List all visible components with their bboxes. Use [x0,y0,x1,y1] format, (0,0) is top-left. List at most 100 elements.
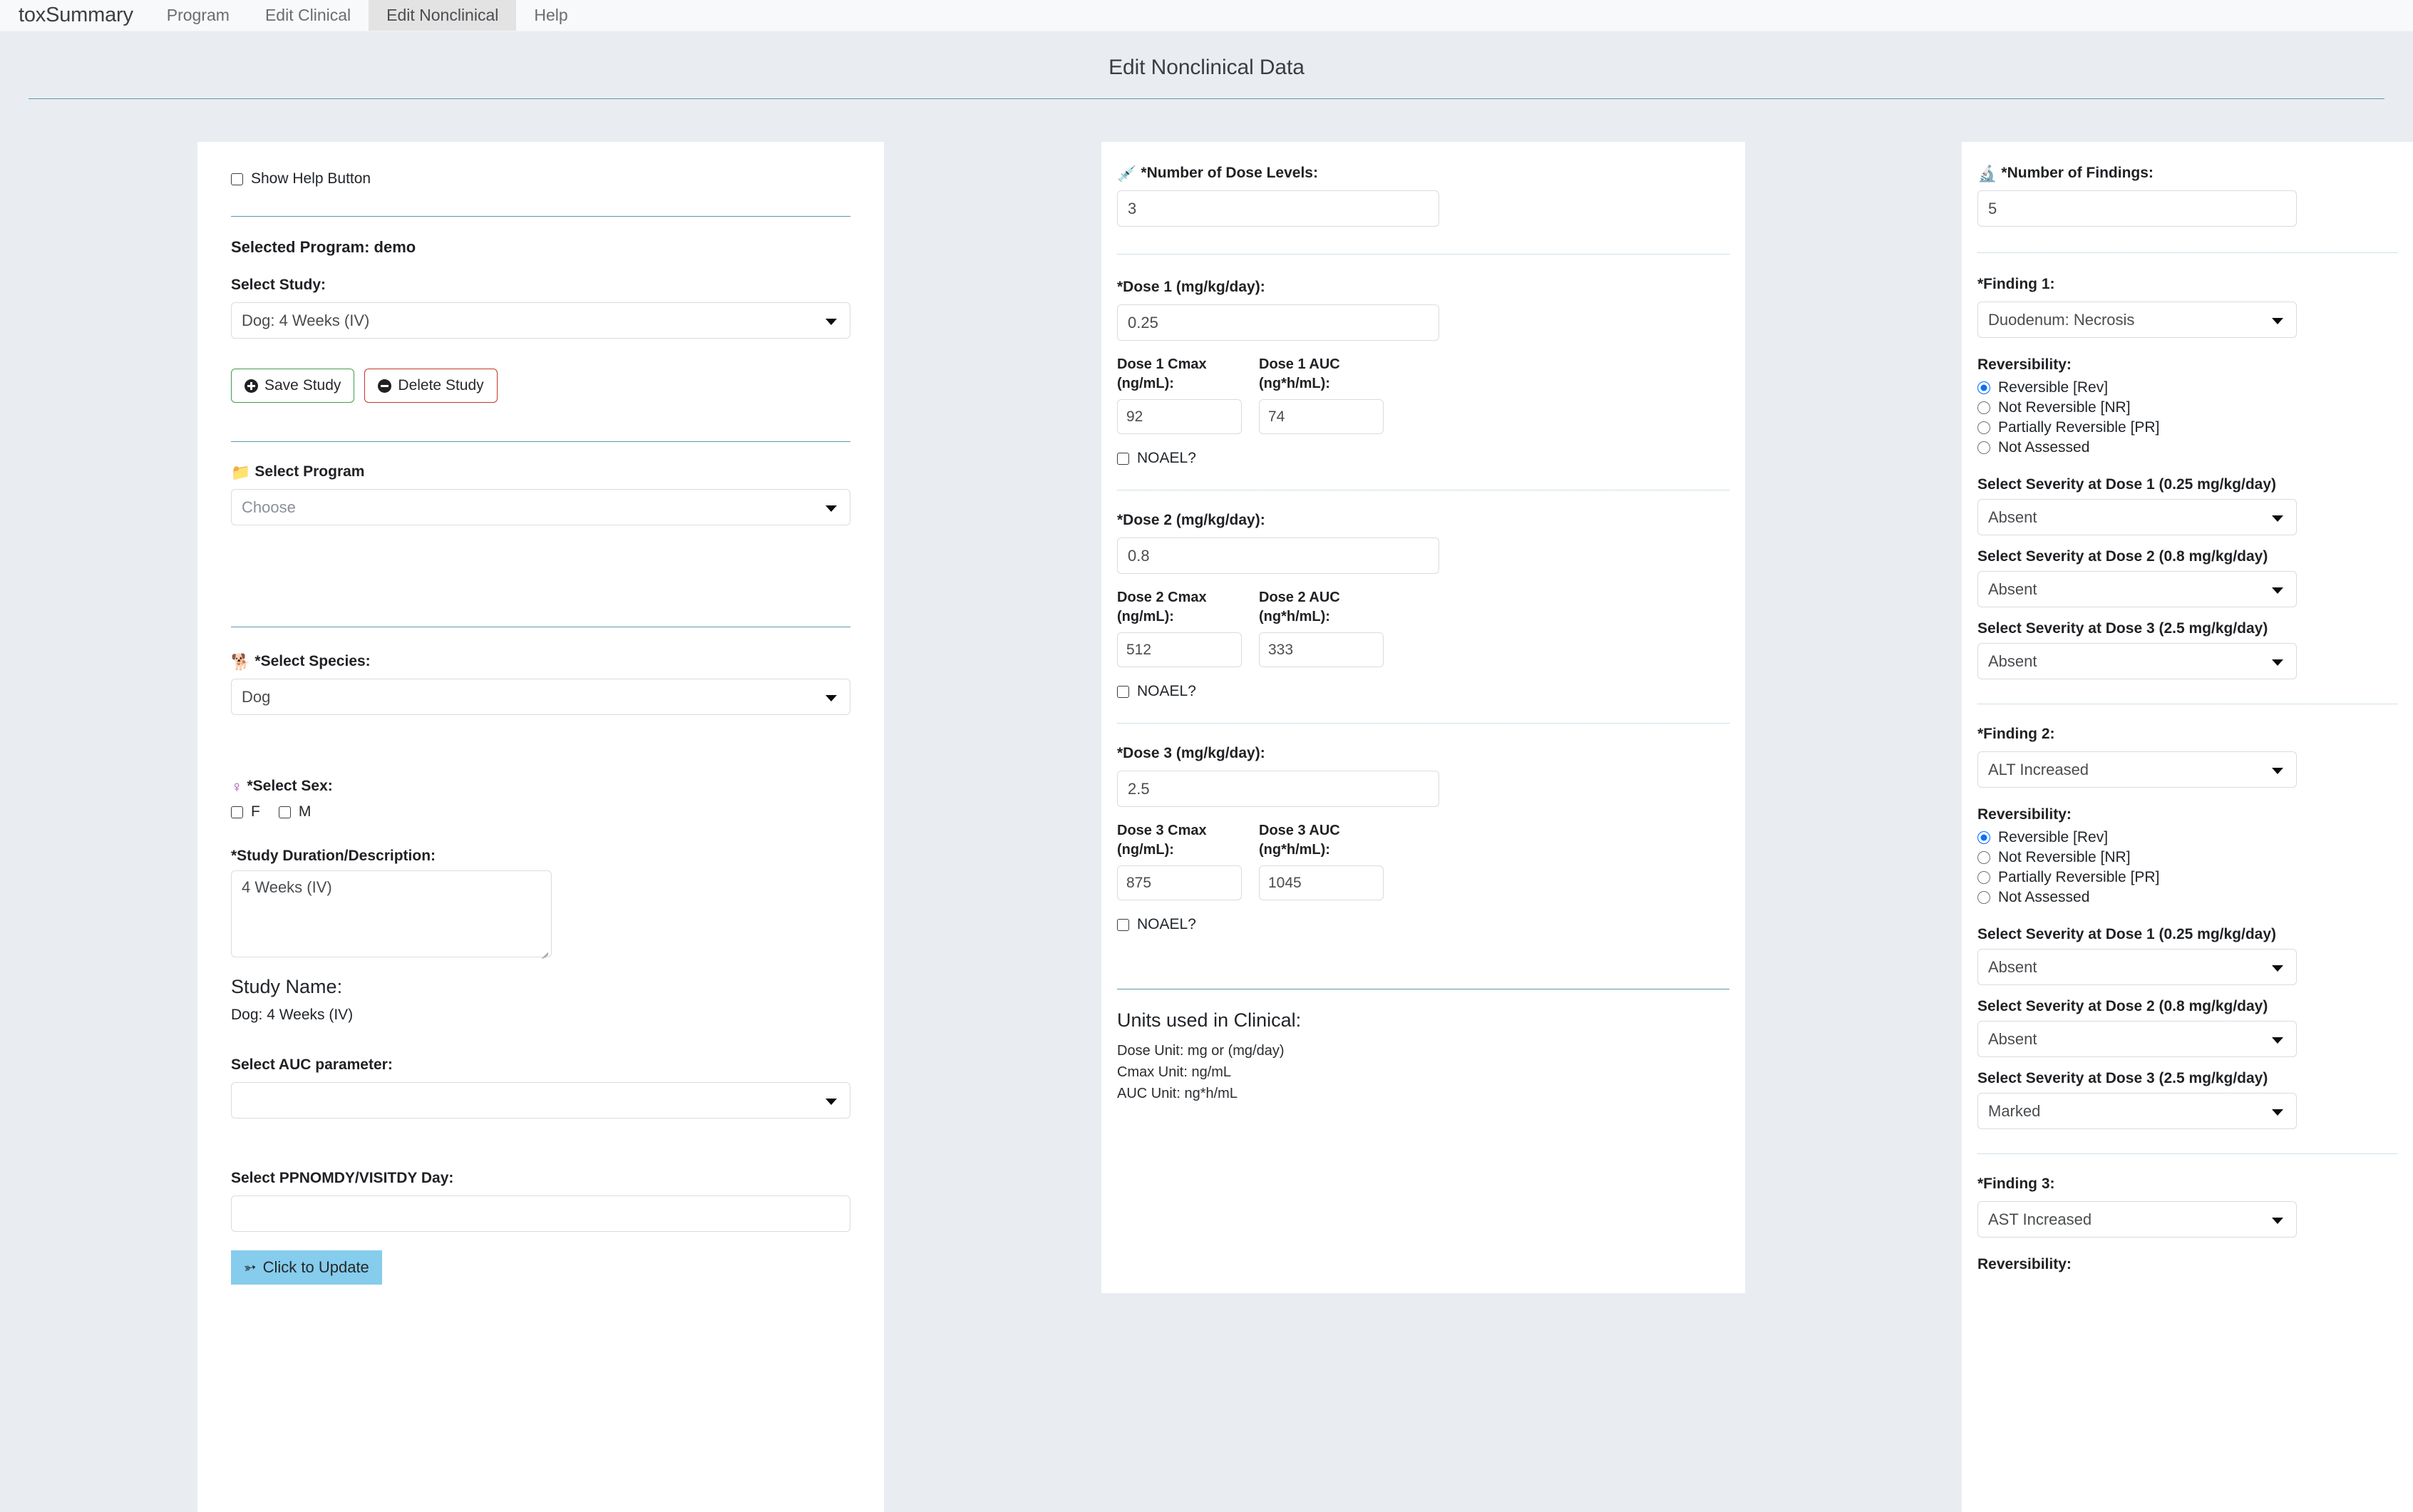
select-study-dropdown[interactable]: Dog: 4 Weeks (IV) [231,302,850,339]
finding-1-reversibility-option-2[interactable]: Partially Reversible [PR] [1977,419,2397,436]
show-help-checkbox[interactable] [231,173,243,185]
finding-2-severity-1-value: Absent [1988,957,2037,976]
ppnomdy-input[interactable] [231,1195,850,1232]
sex-option-female[interactable]: F [231,803,260,821]
app-brand[interactable]: toxSummary [0,0,149,31]
select-study-value: Dog: 4 Weeks (IV) [242,311,370,329]
dose-1-auc-value: 74 [1268,408,1285,425]
auc-parameter-dropdown[interactable] [231,1082,850,1118]
nav-item-edit-clinical[interactable]: Edit Clinical [247,0,369,31]
dose-1-value: 0.25 [1128,313,1158,331]
select-program-heading: 📁 Select Program [231,463,850,480]
finding-2-reversibility-option-2[interactable]: Partially Reversible [PR] [1977,869,2397,886]
finding-2-severity-3-label: Select Severity at Dose 3 (2.5 mg/kg/day… [1977,1070,2268,1086]
radio-not-reversible[interactable] [1977,851,1990,864]
finding-2-severity-2-dropdown[interactable]: Absent [1977,1021,2297,1057]
save-study-label: Save Study [264,377,341,394]
dose-2-noael-row[interactable]: NOAEL? [1117,683,1729,700]
dose-group-3: *Dose 3 (mg/kg/day): 2.5 Dose 3 Cmax (ng… [1117,745,1729,933]
num-dose-levels-label: *Number of Dose Levels: [1141,165,1318,181]
radio-partially-reversible[interactable] [1977,871,1990,884]
finding-1-dropdown[interactable]: Duodenum: Necrosis [1977,302,2297,338]
num-findings-input[interactable]: 5 [1977,190,2297,227]
radio-reversible[interactable] [1977,831,1990,844]
select-program-dropdown[interactable]: Choose [231,489,850,525]
study-action-buttons: Save Study Delete Study [231,369,850,403]
finding-2-reversibility-option-0[interactable]: Reversible [Rev] [1977,829,2397,846]
finding-2-severity-2-label: Select Severity at Dose 2 (0.8 mg/kg/day… [1977,998,2268,1014]
select-species-dropdown[interactable]: Dog [231,679,850,715]
dose-3-cmax-value: 875 [1126,874,1152,891]
unit-cmax-line: Cmax Unit: ng/mL [1117,1064,1232,1080]
dose-2-auc-input[interactable]: 333 [1259,632,1384,667]
finding-2-reversibility-option-3[interactable]: Not Assessed [1977,889,2397,906]
num-findings-heading: 🔬 *Number of Findings: [1977,165,2397,182]
dose-2-input[interactable]: 0.8 [1117,538,1439,574]
dose-3-auc-input[interactable]: 1045 [1259,865,1384,900]
dose-1-input[interactable]: 0.25 [1117,304,1439,341]
folder-icon: 📁 [231,463,251,481]
page-title: Edit Nonclinical Data [1108,56,1305,79]
num-findings-value: 5 [1988,199,1997,217]
dose-1-cmax-label: Dose 1 Cmax (ng/mL): [1117,356,1207,391]
finding-2-reversibility-label: Reversibility: [1977,806,2072,823]
radio-not-assessed[interactable] [1977,891,1990,904]
dose-2-noael-checkbox[interactable] [1117,685,1129,698]
nav-item-program[interactable]: Program [149,0,247,31]
finding-1-reversibility-option-3[interactable]: Not Assessed [1977,439,2397,456]
dose-3-auc-value: 1045 [1268,874,1302,891]
radio-reversible[interactable] [1977,381,1990,394]
radio-not-reversible[interactable] [1977,401,1990,414]
num-dose-levels-input[interactable]: 3 [1117,190,1439,227]
study-duration-textarea[interactable]: 4 Weeks (IV) [231,870,552,960]
finding-3-dropdown[interactable]: AST Increased [1977,1201,2297,1238]
sex-female-checkbox[interactable] [231,806,243,818]
dose-1-auc-input[interactable]: 74 [1259,399,1384,434]
finding-2-severity-1-dropdown[interactable]: Absent [1977,949,2297,985]
dose-3-noael-checkbox[interactable] [1117,918,1129,931]
show-help-button-row[interactable]: Show Help Button [231,170,850,187]
save-study-button[interactable]: Save Study [231,369,355,403]
radio-partially-reversible[interactable] [1977,421,1990,434]
num-dose-levels-heading: 💉 *Number of Dose Levels: [1117,165,1729,182]
finding-2-severity-3-dropdown[interactable]: Marked [1977,1093,2297,1129]
findings-panel: 🔬 *Number of Findings: 5 *Finding 1: Duod… [1962,142,2413,1512]
click-to-update-button[interactable]: ➳ Click to Update [231,1250,382,1285]
finding-2-reversibility-option-2-label: Partially Reversible [PR] [1998,869,2160,885]
finding-1-reversibility-option-1[interactable]: Not Reversible [NR] [1977,399,2397,416]
dose-3-label: *Dose 3 (mg/kg/day): [1117,745,1265,761]
dose-3-noael-row[interactable]: NOAEL? [1117,916,1729,933]
dose-3-input[interactable]: 2.5 [1117,771,1439,807]
finding-1-severity-1-dropdown[interactable]: Absent [1977,499,2297,535]
finding-1-reversibility-option-0[interactable]: Reversible [Rev] [1977,379,2397,396]
finding-1-severity-3-value: Absent [1988,652,2037,670]
unit-dose-line: Dose Unit: mg or (mg/day) [1117,1043,1285,1059]
nav-item-help[interactable]: Help [516,0,585,31]
sex-option-male[interactable]: M [278,803,311,821]
finding-1-severity-3-dropdown[interactable]: Absent [1977,643,2297,679]
finding-1-severity-3-label: Select Severity at Dose 3 (2.5 mg/kg/day… [1977,620,2268,637]
finding-2-reversibility-option-3-label: Not Assessed [1998,889,2090,905]
dose-3-cmax-input[interactable]: 875 [1117,865,1242,900]
finding-1-reversibility-option-0-label: Reversible [Rev] [1998,379,2109,396]
finding-3-reversibility-label: Reversibility: [1977,1256,2072,1272]
dose-2-cmax-input[interactable]: 512 [1117,632,1242,667]
finding-1-severity-2-dropdown[interactable]: Absent [1977,571,2297,607]
minus-circle-icon [378,379,392,393]
nav-item-edit-nonclinical[interactable]: Edit Nonclinical [369,0,517,31]
radio-not-assessed[interactable] [1977,441,1990,454]
study-duration-label: *Study Duration/Description: [231,848,436,864]
finding-3-value: AST Increased [1988,1210,2092,1228]
dose-1-noael-checkbox[interactable] [1117,452,1129,465]
dose-1-noael-row[interactable]: NOAEL? [1117,450,1729,467]
finding-2-dropdown[interactable]: ALT Increased [1977,751,2297,788]
dose-1-cmax-input[interactable]: 92 [1117,399,1242,434]
sex-male-checkbox[interactable] [278,806,291,818]
finding-2-reversibility-option-1[interactable]: Not Reversible [NR] [1977,849,2397,866]
finding-2-severity-1-label: Select Severity at Dose 1 (0.25 mg/kg/da… [1977,926,2277,942]
dose-2-auc-label: Dose 2 AUC (ng*h/mL): [1259,590,1340,624]
delete-study-button[interactable]: Delete Study [364,369,498,403]
finding-1-severity-2-value: Absent [1988,580,2037,598]
resize-grip-icon[interactable] [538,945,549,960]
dose-2-value: 0.8 [1128,546,1150,565]
